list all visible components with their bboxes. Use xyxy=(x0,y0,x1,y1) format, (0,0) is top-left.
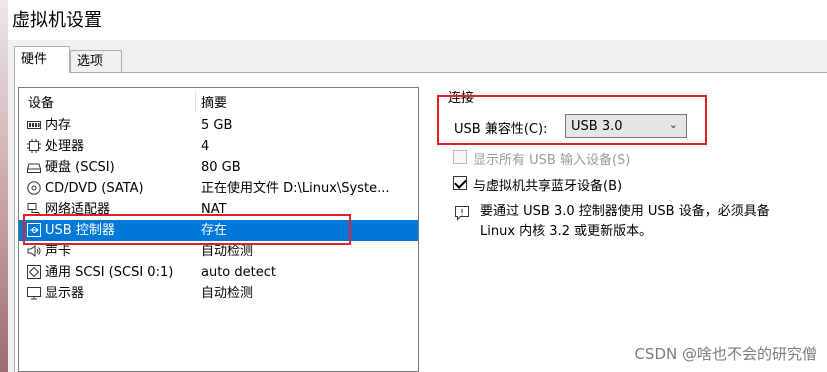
device-row-display[interactable]: 显示器 自动检测 xyxy=(19,283,418,304)
usb-compatibility-select[interactable]: USB 3.0 ⌄ xyxy=(565,114,687,138)
device-name: 内存 xyxy=(45,118,72,133)
processor-icon xyxy=(27,139,41,153)
network-adapter-icon xyxy=(27,203,40,216)
device-row-hard-disk[interactable]: 硬盘 (SCSI) 80 GB xyxy=(19,157,418,178)
connection-panel: 连接 USB 兼容性(C): USB 3.0 ⌄ 显示所有 USB 输入设备(S… xyxy=(440,80,820,240)
share-bluetooth-label: 与虚拟机共享蓝牙设备(B) xyxy=(473,179,623,194)
device-row-processor[interactable]: 处理器 4 xyxy=(19,136,418,157)
tab-hardware[interactable]: 硬件 xyxy=(14,46,70,73)
csdn-watermark: CSDN @啥也不会的研究僧 xyxy=(634,345,817,363)
device-list[interactable]: 设备 摘要 内存 5 GB 处理器 4 硬盘 (SCSI) 80 GB CD/D… xyxy=(18,87,419,372)
show-all-usb-label: 显示所有 USB 输入设备(S) xyxy=(473,153,631,168)
info-line-1: 要通过 USB 3.0 控制器使用 USB 设备，必须具备 xyxy=(480,204,770,219)
usb-icon xyxy=(27,223,41,237)
device-name: 声卡 xyxy=(45,244,72,259)
column-header-summary[interactable]: 摘要 xyxy=(201,92,227,111)
generic-scsi-icon xyxy=(27,265,41,279)
usb-compatibility-label: USB 兼容性(C): xyxy=(454,122,548,137)
device-name: USB 控制器 xyxy=(45,223,115,238)
column-separator[interactable] xyxy=(195,92,196,112)
window-title: 虚拟机设置 xyxy=(12,10,102,31)
show-all-usb-checkbox[interactable] xyxy=(453,150,467,164)
info-line-2: Linux 内核 3.2 或更新版本。 xyxy=(480,224,653,239)
usb-compatibility-value: USB 3.0 xyxy=(571,119,623,134)
device-summary: 自动检测 xyxy=(201,286,254,301)
device-list-header: 设备 摘要 xyxy=(19,92,418,112)
tab-options[interactable]: 选项 xyxy=(70,50,122,73)
share-bluetooth-checkbox[interactable] xyxy=(453,176,467,190)
device-summary: 5 GB xyxy=(201,118,233,133)
device-summary: 自动检测 xyxy=(201,244,254,259)
column-header-device[interactable]: 设备 xyxy=(28,92,54,111)
memory-icon xyxy=(27,121,41,129)
device-summary: 4 xyxy=(201,139,210,154)
device-row-sound-card[interactable]: 声卡 自动检测 xyxy=(19,241,418,262)
device-summary: NAT xyxy=(201,202,227,217)
sound-card-icon xyxy=(27,245,41,257)
usb3-requirement-note: 要通过 USB 3.0 控制器使用 USB 设备，必须具备 Linux 内核 3… xyxy=(480,202,810,242)
device-name: 硬盘 (SCSI) xyxy=(45,160,115,175)
device-row-usb-controller[interactable]: USB 控制器 存在 xyxy=(19,220,418,241)
connection-section-label: 连接 xyxy=(448,91,475,106)
device-name: 通用 SCSI (SCSI 0:1) xyxy=(45,265,174,280)
device-summary: 80 GB xyxy=(201,160,241,175)
device-name: 网络适配器 xyxy=(45,202,111,217)
info-icon xyxy=(455,206,469,221)
device-summary: auto detect xyxy=(201,265,276,280)
device-row-generic-scsi[interactable]: 通用 SCSI (SCSI 0:1) auto detect xyxy=(19,262,418,283)
device-summary: 正在使用文件 D:\Linux\Syste... xyxy=(201,181,390,196)
device-name: CD/DVD (SATA) xyxy=(45,181,144,196)
device-name: 处理器 xyxy=(45,139,85,154)
cd-dvd-icon xyxy=(27,181,41,195)
desktop-background xyxy=(0,0,8,372)
device-row-network-adapter[interactable]: 网络适配器 NAT xyxy=(19,199,418,220)
device-row-cd-dvd[interactable]: CD/DVD (SATA) 正在使用文件 D:\Linux\Syste... xyxy=(19,178,418,199)
chevron-down-icon: ⌄ xyxy=(668,118,678,131)
device-row-memory[interactable]: 内存 5 GB xyxy=(19,115,418,136)
device-name: 显示器 xyxy=(45,286,85,301)
hard-disk-icon xyxy=(27,163,41,173)
display-icon xyxy=(27,287,41,300)
device-summary: 存在 xyxy=(201,223,228,238)
title-bar[interactable]: 虚拟机设置 xyxy=(8,0,827,40)
